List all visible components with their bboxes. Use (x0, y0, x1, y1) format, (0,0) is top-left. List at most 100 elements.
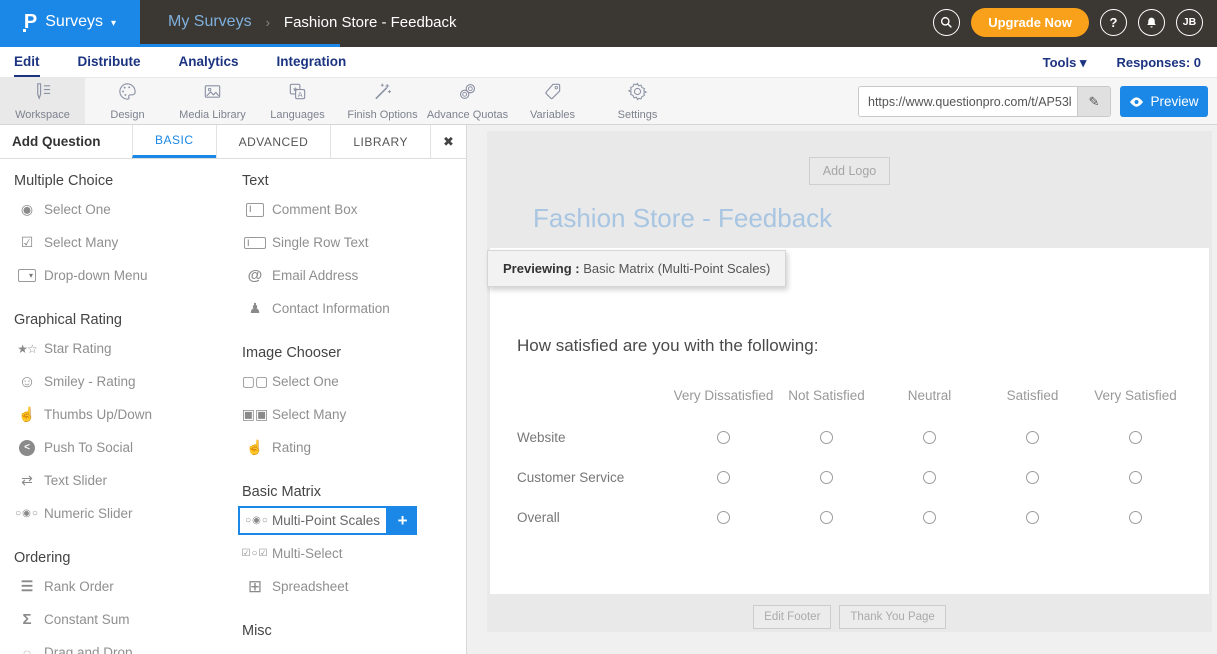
question-type-image-rating[interactable]: ☝Rating (238, 431, 466, 464)
matrix-cell (1084, 497, 1187, 537)
comment-box-icon: I (238, 203, 272, 217)
select-one-icon: ◉ (10, 201, 44, 218)
question-type-multi-select[interactable]: ☑○☑Multi-Select (238, 537, 466, 570)
help-button[interactable]: ? (1100, 9, 1127, 36)
question-type-smiley-rating[interactable]: ☺Smiley - Rating (10, 365, 238, 398)
question-type-numeric-slider[interactable]: ○◉○Numeric Slider (10, 497, 238, 530)
matrix-cell (672, 417, 775, 457)
image-select-one-icon: ▢▢ (238, 373, 272, 390)
matrix-radio[interactable] (1026, 471, 1039, 484)
breadcrumb-my-surveys[interactable]: My Surveys (168, 13, 252, 31)
question-type-text-slider[interactable]: ⇄Text Slider (10, 464, 238, 497)
matrix-radio[interactable] (923, 431, 936, 444)
survey-card: Add Logo Fashion Store - Feedback Previe… (487, 131, 1212, 632)
question-type-multi-point-scales[interactable]: ○◉○Multi-Point Scales+ (238, 504, 466, 537)
question-type-select-one[interactable]: ◉Select One (10, 193, 238, 226)
matrix-radio[interactable] (717, 471, 730, 484)
nav-tab-analytics[interactable]: Analytics (179, 54, 239, 77)
matrix-radio[interactable] (820, 511, 833, 524)
drag-and-drop-icon: ◌ (10, 645, 44, 654)
question-type-label: Multi-Select (272, 546, 343, 561)
matrix-radio[interactable] (820, 431, 833, 444)
panel-tab-advanced[interactable]: ADVANCED (216, 125, 331, 158)
matrix-radio[interactable] (1129, 471, 1142, 484)
question-type-push-to-social[interactable]: <Push To Social (10, 431, 238, 464)
question-type-single-row-text[interactable]: ISingle Row Text (238, 226, 466, 259)
nav-tab-integration[interactable]: Integration (277, 54, 347, 77)
matrix-radio[interactable] (923, 511, 936, 524)
toolbar-label: Advance Quotas (427, 109, 508, 121)
matrix-radio[interactable] (1026, 431, 1039, 444)
matrix-radio[interactable] (717, 431, 730, 444)
text-slider-icon: ⇄ (10, 472, 44, 489)
matrix-radio[interactable] (1129, 511, 1142, 524)
settings-icon (627, 81, 648, 107)
tools-menu[interactable]: Tools ▾ (1043, 55, 1087, 71)
matrix-radio[interactable] (923, 471, 936, 484)
question-type-drop-down-menu[interactable]: ▾Drop-down Menu (10, 259, 238, 292)
toolbar-media-library[interactable]: Media Library (170, 78, 255, 124)
question-type-label: Select Many (272, 407, 346, 422)
search-button[interactable] (933, 9, 960, 36)
matrix-cell (775, 497, 878, 537)
thumbs-up-down-icon: ☝ (10, 406, 44, 423)
toolbar-design[interactable]: Design (85, 78, 170, 124)
toolbar-variables[interactable]: Variables (510, 78, 595, 124)
matrix-column-header: Very Dissatisfied (672, 378, 775, 417)
question-type-label: Text Slider (44, 473, 107, 488)
toolbar-workspace[interactable]: Workspace (0, 78, 85, 124)
question-type-star-rating[interactable]: ★☆Star Rating (10, 332, 238, 365)
question-type-rank-order[interactable]: ☰Rank Order (10, 570, 238, 603)
question-type-constant-sum[interactable]: ΣConstant Sum (10, 603, 238, 636)
thank-you-page-button[interactable]: Thank You Page (839, 605, 945, 629)
panel-tab-basic[interactable]: BASIC (132, 125, 216, 158)
toolbar-settings[interactable]: Settings (595, 78, 680, 124)
single-row-text-icon: I (238, 237, 272, 249)
question-type-image-select-one[interactable]: ▢▢Select One (238, 365, 466, 398)
preview-button[interactable]: Preview (1120, 86, 1208, 117)
nav-tab-edit[interactable]: Edit (14, 54, 40, 77)
upgrade-now-button[interactable]: Upgrade Now (971, 8, 1089, 37)
surveys-product-menu[interactable]: P Surveys ▾ (0, 0, 140, 44)
toolbar-label: Languages (270, 109, 324, 121)
question-type-label: Spreadsheet (272, 579, 349, 594)
add-question-plus-button[interactable]: + (388, 506, 417, 535)
question-type-thumbs-up-down[interactable]: ☝Thumbs Up/Down (10, 398, 238, 431)
toolbar-advance-quotas[interactable]: Advance Quotas (425, 78, 510, 124)
question-type-comment-box[interactable]: IComment Box (238, 193, 466, 226)
edit-footer-button[interactable]: Edit Footer (753, 605, 831, 629)
survey-url-input[interactable] (859, 87, 1077, 116)
question-type-image-select-many[interactable]: ▣▣Select Many (238, 398, 466, 431)
matrix-radio[interactable] (1026, 511, 1039, 524)
email-address-icon: @ (238, 267, 272, 284)
section-nav: Edit Distribute Analytics Integration Tools… (0, 47, 1217, 77)
question-type-label: Drop-down Menu (44, 268, 148, 283)
languages-icon: ★A (287, 81, 308, 107)
question-type-email-address[interactable]: @Email Address (238, 259, 466, 292)
close-panel-button[interactable]: ✖ (430, 125, 466, 158)
section-title-ordering: Ordering (14, 550, 238, 566)
edit-url-button[interactable]: ✎ (1077, 87, 1110, 116)
matrix-radio[interactable] (1129, 431, 1142, 444)
toolbar-languages[interactable]: ★A Languages (255, 78, 340, 124)
add-question-panel: Add Question BASICADVANCEDLIBRARY ✖ Mult… (0, 125, 467, 654)
question-type-contact-information[interactable]: ♟Contact Information (238, 292, 466, 325)
nav-tab-distribute[interactable]: Distribute (78, 54, 141, 77)
avatar[interactable]: JB (1176, 9, 1203, 36)
contact-information-icon: ♟ (238, 300, 272, 317)
toolbar-finish-options[interactable]: Finish Options (340, 78, 425, 124)
add-logo-button[interactable]: Add Logo (809, 157, 891, 185)
matrix-radio[interactable] (820, 471, 833, 484)
panel-tab-library[interactable]: LIBRARY (330, 125, 430, 158)
responses-count[interactable]: Responses: 0 (1116, 55, 1201, 71)
notifications-button[interactable] (1138, 9, 1165, 36)
question-type-drag-and-drop[interactable]: ◌Drag and Drop (10, 636, 238, 654)
edit-toolbar: WorkspaceDesignMedia Library ★A Languages F… (0, 77, 1217, 125)
matrix-radio[interactable] (717, 511, 730, 524)
question-type-label: Rank Order (44, 579, 114, 594)
question-type-select-many[interactable]: ☑Select Many (10, 226, 238, 259)
question-type-spreadsheet[interactable]: ⊞Spreadsheet (238, 570, 466, 603)
matrix-row-label: Website (517, 417, 672, 457)
section-title-misc: Misc (242, 623, 466, 639)
question-type-label: Select One (44, 202, 111, 217)
